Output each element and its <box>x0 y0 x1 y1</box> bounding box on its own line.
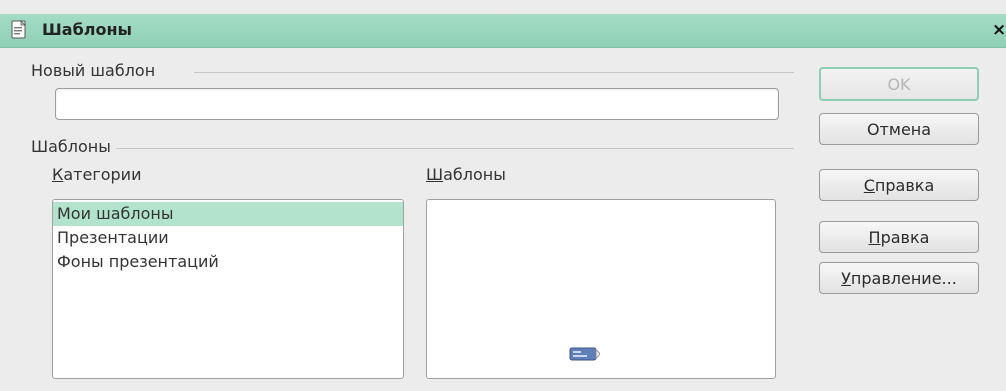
template-name-input[interactable] <box>55 88 779 120</box>
templates-section-label: Шаблоны <box>31 137 111 156</box>
templates-list-label: Шаблоны <box>426 165 506 184</box>
cancel-button[interactable]: Отмена <box>819 113 979 145</box>
categories-label: Категории <box>52 165 141 184</box>
templates-dialog: Шаблоны × Новый шаблон Шаблоны Категории… <box>0 0 1006 391</box>
help-button-rest: правка <box>874 175 935 195</box>
organize-button[interactable]: Управление... <box>819 262 979 294</box>
category-item[interactable]: Мои шаблоны <box>53 202 403 226</box>
categories-label-accel: К <box>52 165 64 184</box>
template-document-icon <box>11 20 26 39</box>
organize-button-rest: правление... <box>850 268 957 288</box>
new-template-divider <box>194 72 794 73</box>
ok-button[interactable]: OK <box>819 67 979 101</box>
category-item[interactable]: Презентации <box>53 226 403 250</box>
category-item[interactable]: Фоны презентаций <box>53 250 403 274</box>
new-template-section-label: Новый шаблон <box>31 61 156 80</box>
categories-label-rest: атегории <box>63 165 142 184</box>
help-button[interactable]: Справка <box>819 169 979 201</box>
edit-button-rest: равка <box>880 227 930 247</box>
help-button-accel: С <box>863 175 875 195</box>
organize-button-accel: У <box>841 268 851 288</box>
window-title: Шаблоны <box>42 20 132 39</box>
presentation-preview-icon <box>569 347 600 361</box>
edit-button-accel: П <box>868 227 881 247</box>
categories-listbox[interactable]: Мои шаблоны Презентации Фоны презентаций <box>52 199 404 379</box>
close-icon[interactable]: × <box>992 19 1004 41</box>
templates-label-accel: Ш <box>426 165 444 184</box>
templates-label-rest: аблоны <box>443 165 506 184</box>
templates-divider <box>116 148 794 149</box>
edit-button[interactable]: Правка <box>819 221 979 253</box>
title-bar[interactable]: Шаблоны × <box>0 14 1006 48</box>
